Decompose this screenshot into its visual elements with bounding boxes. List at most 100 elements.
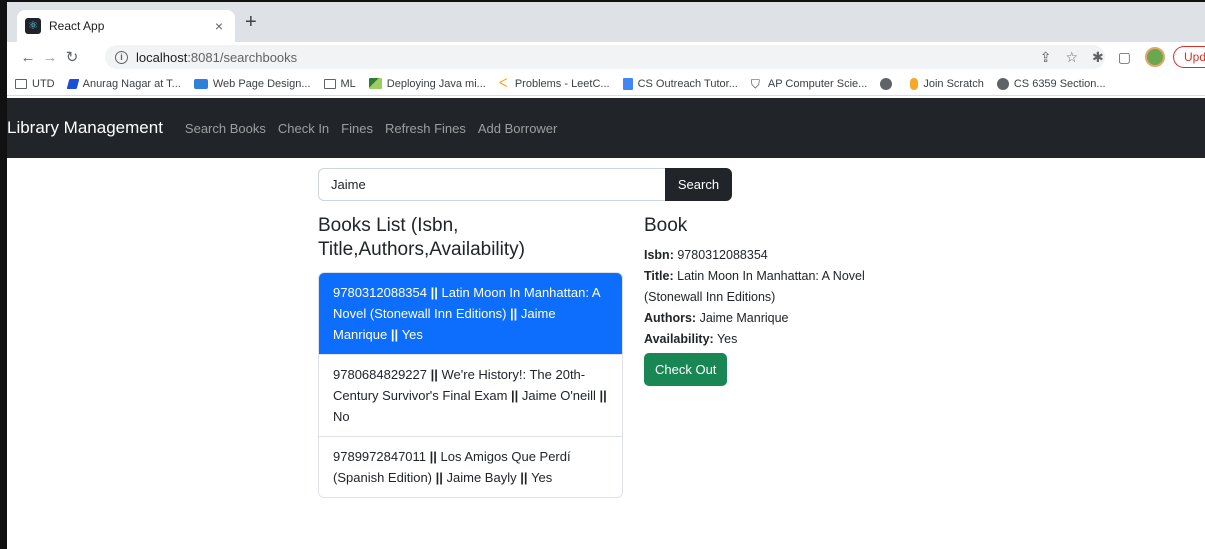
book-authors: Jaime Bayly bbox=[446, 470, 517, 485]
availability-value: Yes bbox=[716, 332, 738, 346]
reload-icon[interactable]: ↻ bbox=[61, 48, 83, 66]
nav-link-search-books[interactable]: Search Books bbox=[185, 121, 266, 136]
book-detail-heading: Book bbox=[644, 215, 688, 236]
globe-icon bbox=[996, 77, 1009, 90]
isbn-value: 9780312088354 bbox=[677, 248, 768, 262]
google-docs-icon bbox=[622, 77, 633, 90]
scratch-icon bbox=[910, 77, 919, 90]
field-separator: || bbox=[426, 449, 441, 464]
bookmark-cs6359[interactable]: CS 6359 Section... bbox=[996, 77, 1106, 90]
profile-avatar[interactable] bbox=[1145, 47, 1165, 67]
bookmark-label: Deploying Java mi... bbox=[386, 77, 486, 90]
book-authors: Jaime O'neill bbox=[521, 388, 596, 403]
detail-availability: Availability: Yes bbox=[644, 329, 924, 350]
field-separator: || bbox=[506, 306, 521, 321]
globe-icon bbox=[880, 77, 893, 90]
extensions-puzzle-icon[interactable]: ✱ bbox=[1092, 49, 1104, 66]
bookmark-leetcode[interactable]: ᐸ Problems - LeetC... bbox=[498, 76, 610, 90]
bookmark-star-icon[interactable]: ☆ bbox=[1065, 49, 1078, 66]
title-value: Latin Moon In Manhattan: A Novel (Stonew… bbox=[644, 269, 865, 304]
bookmark-globe[interactable] bbox=[880, 77, 897, 90]
bookmark-join-scratch[interactable]: Join Scratch bbox=[910, 77, 984, 90]
isbn-label: Isbn: bbox=[644, 248, 674, 262]
authors-value: Jaime Manrique bbox=[699, 311, 789, 325]
bookmark-web-page-design[interactable]: Web Page Design... bbox=[193, 77, 311, 90]
bookmark-label: UTD bbox=[32, 77, 55, 90]
browser-toolbar: ← → ↻ i localhost:8081/searchbooks ⇪ ☆ ✱… bbox=[7, 42, 1205, 72]
title-label: Title: bbox=[644, 269, 674, 283]
book-list-item[interactable]: 9780684829227 || We're History!: The 20t… bbox=[319, 355, 622, 437]
address-bar[interactable]: i localhost:8081/searchbooks bbox=[105, 45, 1105, 69]
search-input[interactable] bbox=[318, 168, 665, 201]
bookmark-label: CS 6359 Section... bbox=[1013, 77, 1106, 90]
share-icon[interactable]: ⇪ bbox=[1040, 49, 1052, 66]
books-list: 9780312088354 || Latin Moon In Manhattan… bbox=[318, 272, 623, 498]
side-panel-icon[interactable]: ▢ bbox=[1118, 49, 1131, 66]
bookmark-utd[interactable]: UTD bbox=[15, 78, 55, 90]
field-separator: || bbox=[427, 285, 442, 300]
bookmark-label: Problems - LeetC... bbox=[514, 77, 610, 90]
bookmark-anurag[interactable]: Anurag Nagar at T... bbox=[66, 77, 181, 90]
detail-isbn: Isbn: 9780312088354 bbox=[644, 245, 924, 266]
book-availability: Yes bbox=[401, 327, 423, 342]
bookmarks-bar: UTD Anurag Nagar at T... Web Page Design… bbox=[7, 72, 1205, 96]
site-icon: ⛉ bbox=[750, 76, 760, 91]
book-availability: No bbox=[333, 409, 350, 424]
book-isbn: 9789972847011 bbox=[333, 449, 427, 464]
book-list-item[interactable]: 9789972847011 || Los Amigos Que Perdí (S… bbox=[319, 437, 622, 497]
update-button[interactable]: Upd bbox=[1173, 46, 1205, 68]
bookmark-ml[interactable]: ML bbox=[323, 77, 356, 90]
nav-link-fines[interactable]: Fines bbox=[341, 121, 373, 136]
app-navbar: Library Management Search Books Check In… bbox=[7, 98, 1205, 158]
new-tab-icon[interactable]: + bbox=[245, 12, 257, 32]
detail-authors: Authors: Jaime Manrique bbox=[644, 308, 924, 329]
site-icon bbox=[66, 78, 79, 89]
toolbar-actions: ⇪ ☆ ✱ ▢ Upd bbox=[1040, 45, 1205, 69]
bookmark-label: Join Scratch bbox=[923, 77, 984, 90]
book-list-item[interactable]: 9780312088354 || Latin Moon In Manhattan… bbox=[319, 273, 622, 355]
field-separator: || bbox=[427, 367, 442, 382]
bookmark-label: CS Outreach Tutor... bbox=[637, 77, 738, 90]
nav-link-check-in[interactable]: Check In bbox=[278, 121, 329, 136]
bookmark-label: Anurag Nagar at T... bbox=[82, 77, 181, 90]
screenshot-frame: ⚛ React App × + ← → ↻ i localhost:8081/s… bbox=[0, 0, 1205, 549]
field-separator: || bbox=[516, 470, 532, 485]
bookmark-cs-outreach[interactable]: CS Outreach Tutor... bbox=[622, 77, 738, 90]
authors-label: Authors: bbox=[644, 311, 697, 325]
search-button[interactable]: Search bbox=[665, 168, 732, 201]
bookmark-deploying-java[interactable]: Deploying Java mi... bbox=[368, 77, 486, 90]
site-icon bbox=[368, 78, 382, 89]
search-bar: Search bbox=[318, 168, 732, 201]
url-text: localhost:8081/searchbooks bbox=[136, 50, 297, 65]
browser-tab[interactable]: ⚛ React App × bbox=[17, 10, 235, 42]
react-favicon-icon: ⚛ bbox=[25, 18, 41, 34]
nav-link-refresh-fines[interactable]: Refresh Fines bbox=[385, 121, 466, 136]
url-path: :8081/searchbooks bbox=[187, 49, 298, 65]
book-isbn: 9780312088354 bbox=[333, 285, 427, 300]
book-detail-section: Book Isbn: 9780312088354 Title: Latin Mo… bbox=[644, 214, 924, 386]
back-arrow-icon[interactable]: ← bbox=[17, 49, 39, 66]
book-isbn: 9780684829227 bbox=[333, 367, 427, 382]
folder-icon bbox=[15, 78, 27, 89]
field-separator: || bbox=[507, 388, 522, 403]
forward-arrow-icon[interactable]: → bbox=[39, 49, 61, 66]
field-separator: || bbox=[595, 388, 607, 403]
box-icon bbox=[193, 78, 208, 89]
detail-title: Title: Latin Moon In Manhattan: A Novel … bbox=[644, 266, 924, 308]
bookmark-label: ML bbox=[340, 77, 356, 90]
books-list-heading: Books List (Isbn, Title,Authors,Availabi… bbox=[318, 215, 525, 260]
navbar-brand[interactable]: Library Management bbox=[7, 118, 163, 138]
info-icon[interactable]: i bbox=[115, 50, 128, 64]
availability-label: Availability: bbox=[644, 332, 714, 346]
field-separator: || bbox=[387, 327, 402, 342]
bookmark-ap-cs[interactable]: ⛉ AP Computer Scie... bbox=[751, 78, 867, 90]
book-availability: Yes bbox=[531, 470, 553, 485]
nav-link-add-borrower[interactable]: Add Borrower bbox=[478, 121, 557, 136]
bookmark-label: Web Page Design... bbox=[212, 77, 311, 90]
books-list-section: Books List (Isbn, Title,Authors,Availabi… bbox=[318, 214, 623, 498]
leetcode-icon: ᐸ bbox=[498, 76, 508, 90]
check-out-button[interactable]: Check Out bbox=[644, 353, 728, 386]
folder-icon bbox=[323, 78, 336, 89]
close-tab-icon[interactable]: × bbox=[211, 18, 227, 34]
url-host: localhost bbox=[136, 49, 188, 65]
